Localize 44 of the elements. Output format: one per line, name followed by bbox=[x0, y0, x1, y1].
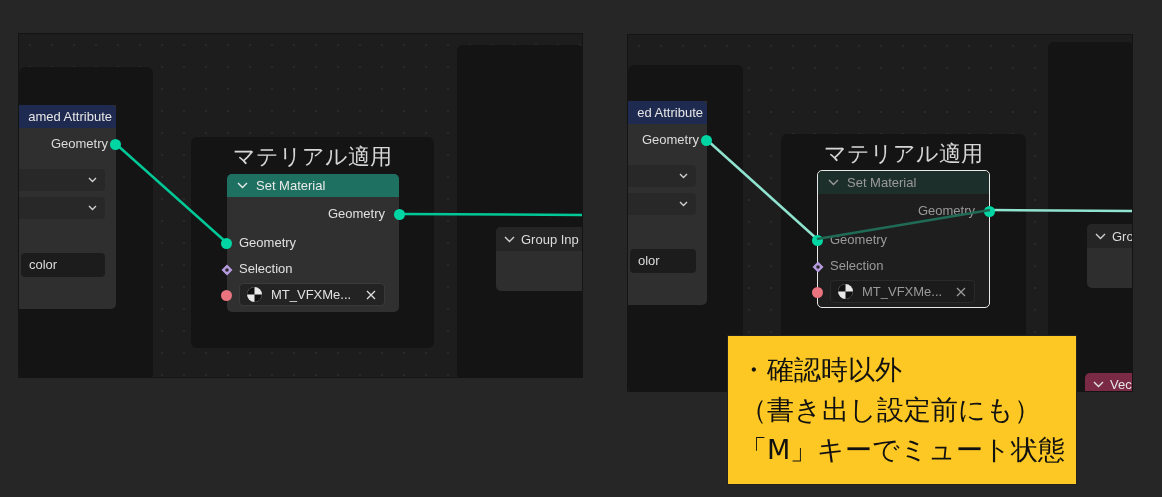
socket-dot[interactable] bbox=[221, 290, 232, 301]
socket-label: Selection bbox=[239, 261, 293, 276]
material-icon bbox=[837, 283, 854, 300]
socket-dot[interactable] bbox=[701, 135, 712, 146]
chevron-icon bbox=[679, 201, 688, 207]
node-header[interactable]: Group Inp bbox=[496, 227, 582, 251]
socket-label: Geometry bbox=[641, 132, 699, 147]
note-line: （書き出し設定前にも） bbox=[740, 393, 1041, 427]
chevron-icon bbox=[1095, 232, 1106, 240]
node-header[interactable]: amed Attribute bbox=[19, 105, 116, 128]
chevron-icon bbox=[88, 177, 97, 183]
node-header[interactable]: Set Material bbox=[818, 171, 989, 194]
note-line: ・確認時以外 bbox=[740, 353, 902, 387]
socket-diamond[interactable] bbox=[221, 264, 233, 276]
socket-label: Geometry bbox=[830, 232, 888, 247]
socket-diamond[interactable] bbox=[812, 261, 824, 273]
chevron-icon bbox=[88, 205, 97, 211]
frame-label: マテリアル適用 bbox=[823, 140, 984, 168]
socket-dot[interactable] bbox=[394, 209, 405, 220]
text-field[interactable]: color bbox=[21, 253, 105, 277]
chevron-icon bbox=[1093, 380, 1104, 388]
chevron-icon bbox=[237, 182, 248, 189]
material-icon bbox=[246, 286, 263, 303]
clear-icon[interactable] bbox=[956, 286, 966, 297]
text-field[interactable]: olor bbox=[630, 249, 696, 273]
frame-label: マテリアル適用 bbox=[232, 143, 393, 171]
socket-label: Geometry bbox=[239, 235, 297, 250]
socket-label: Geometry bbox=[50, 136, 108, 151]
material-field[interactable]: MT_VFXMe... bbox=[239, 283, 385, 306]
socket-label: Selection bbox=[830, 258, 884, 273]
node-header[interactable]: Set Material bbox=[227, 174, 399, 197]
chevron-icon bbox=[828, 179, 839, 186]
note-line: 「M」キーでミュート状態 bbox=[740, 433, 1066, 467]
socket-dot[interactable] bbox=[110, 139, 121, 150]
chevron-icon bbox=[504, 235, 515, 243]
node-header[interactable]: Vec bbox=[1085, 373, 1132, 391]
chevron-icon bbox=[679, 173, 688, 179]
material-field[interactable]: MT_VFXMe... bbox=[830, 280, 975, 303]
socket-label: Geometry bbox=[327, 206, 385, 221]
node-header[interactable]: ed Attribute bbox=[628, 101, 707, 124]
socket-dot[interactable] bbox=[984, 206, 995, 217]
socket-dot[interactable] bbox=[221, 238, 232, 249]
socket-dot[interactable] bbox=[812, 235, 823, 246]
socket-dot[interactable] bbox=[812, 287, 823, 298]
